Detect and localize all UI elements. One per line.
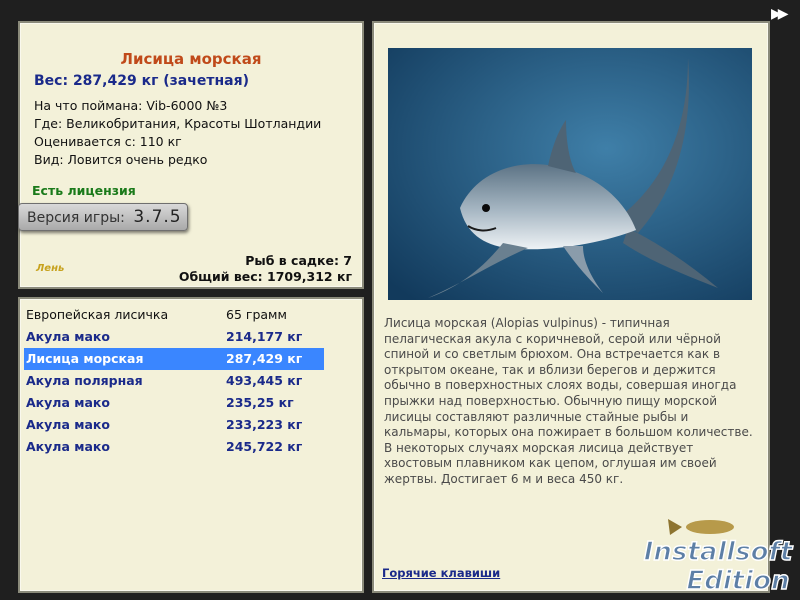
next-button[interactable]: ▶▶ xyxy=(771,6,788,22)
catch-weight: 233,223 кг xyxy=(226,417,303,432)
version-number: 3.7.5 xyxy=(133,207,182,227)
fish-info-panel: Лисица морская Вес: 287,429 кг (зачетная… xyxy=(18,21,364,289)
hotkeys-link[interactable]: Горячие клавиши xyxy=(382,566,500,580)
catch-list-panel: Европейская лисичка 65 грамм Акула мако … xyxy=(18,297,364,593)
fish-details: На что поймана: Vib-6000 №3 Где: Великоб… xyxy=(34,97,321,169)
fish-description: Лисица морская (Alopias vulpinus) - типи… xyxy=(384,316,753,486)
list-item[interactable]: Акула мако 233,223 кг xyxy=(24,414,324,436)
version-badge: Версия игры: 3.7.5 xyxy=(18,203,188,231)
version-label: Версия игры: xyxy=(27,210,125,226)
watermark-line2: Edition xyxy=(687,566,790,595)
watermark-line1: Installsoft xyxy=(644,537,794,567)
location: Где: Великобритания, Красоты Шотландии xyxy=(34,116,322,131)
list-item-selected[interactable]: Лисица морская 287,429 кг xyxy=(24,348,324,370)
catch-name: Акула мако xyxy=(26,395,110,410)
rarity: Вид: Ловится очень редко xyxy=(34,152,208,167)
list-item[interactable]: Европейская лисичка 65 грамм xyxy=(24,304,324,326)
list-item[interactable]: Акула мако 214,177 кг xyxy=(24,326,324,348)
license-status: Есть лицензия xyxy=(32,183,136,198)
catch-list: Европейская лисичка 65 грамм Акула мако … xyxy=(24,304,324,458)
fish-title: Лисица морская xyxy=(120,50,262,68)
catch-name: Акула мако xyxy=(26,439,110,454)
catch-weight: 214,177 кг xyxy=(226,329,303,344)
catch-name: Акула полярная xyxy=(26,373,143,388)
catch-weight: 245,722 кг xyxy=(226,439,303,454)
catch-weight: 65 грамм xyxy=(226,307,287,322)
fish-description-panel: Лисица морская (Alopias vulpinus) - типи… xyxy=(372,21,770,593)
logo: Лень xyxy=(36,263,65,274)
catch-name: Акула мако xyxy=(26,329,110,344)
tank-total: Общий вес: 1709,312 кг xyxy=(178,269,352,284)
catch-name: Лисица морская xyxy=(26,351,144,366)
fish-photo xyxy=(388,48,752,300)
fish-weight: Вес: 287,429 кг (зачетная) xyxy=(34,73,249,89)
catch-weight: 235,25 кг xyxy=(226,395,294,410)
catch-weight: 287,429 кг xyxy=(226,351,303,366)
fast-forward-icon: ▶▶ xyxy=(771,6,788,22)
caught-with: На что поймана: Vib-6000 №3 xyxy=(34,98,228,113)
list-item[interactable]: Акула полярная 493,445 кг xyxy=(24,370,324,392)
list-item[interactable]: Акула мако 245,722 кг xyxy=(24,436,324,458)
installsoft-watermark: Installsoft Edition xyxy=(638,515,798,597)
catch-name: Акула мако xyxy=(26,417,110,432)
catch-name: Европейская лисичка xyxy=(26,307,169,322)
catch-weight: 493,445 кг xyxy=(226,373,303,388)
list-item[interactable]: Акула мако 235,25 кг xyxy=(24,392,324,414)
tank-summary: Рыб в садке: 7 Общий вес: 1709,312 кг xyxy=(179,253,352,285)
tank-count: Рыб в садке: 7 xyxy=(245,253,352,268)
estimate: Оценивается с: 110 кг xyxy=(34,134,182,149)
thresher-shark-image xyxy=(388,48,752,300)
